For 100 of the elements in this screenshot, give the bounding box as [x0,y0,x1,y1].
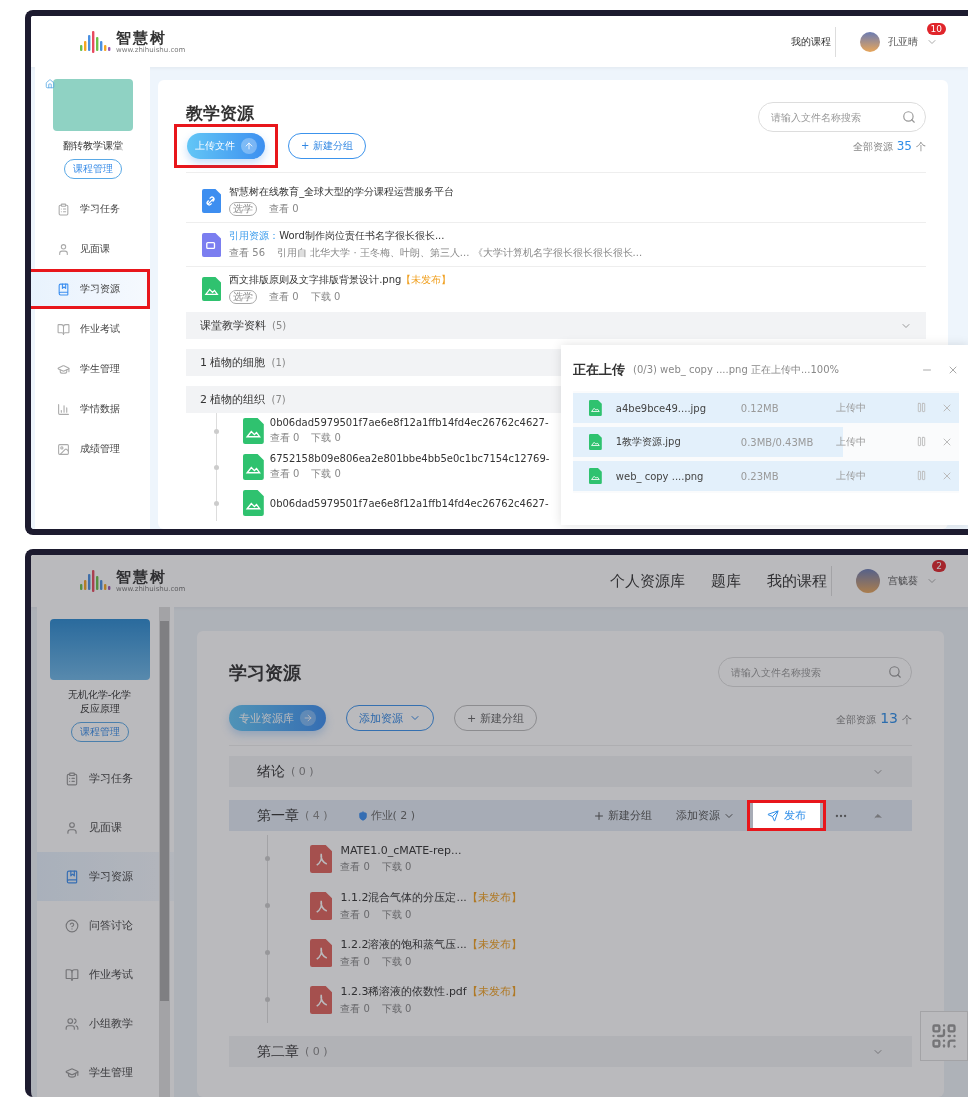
nav-link[interactable]: 个人资源库 [610,571,685,591]
send-icon [767,809,779,822]
pause-icon[interactable] [916,470,927,481]
cancel-icon[interactable] [941,436,953,448]
homework-link[interactable]: 作业( 2 ) [357,808,416,823]
file-name[interactable]: 智慧树在线教育_全球大型的学分课程运营服务平台 [229,185,455,199]
group-row[interactable]: 第一章 ( 4 ) 作业( 2 ) 新建分组 添加资源 发布 [229,800,912,831]
group-action[interactable]: 添加资源 [676,808,735,823]
avatar[interactable] [856,569,880,593]
group-row[interactable]: 绪论 ( 0 ) [229,756,912,787]
course-title: 翻转教学课堂 [61,139,124,153]
image-file-icon [589,400,602,416]
file-meta: 查看 0 [340,1001,370,1016]
page-title: 学习资源 [229,661,301,685]
scrollbar[interactable] [159,607,170,1097]
pause-icon[interactable] [916,436,927,447]
group-row[interactable]: 第二章 ( 0 ) [229,1036,912,1067]
cancel-icon[interactable] [941,402,953,414]
home-icon[interactable] [45,79,55,89]
qr-code-button[interactable] [920,1011,968,1061]
upload-title: 正在上传 [573,361,625,379]
image-file-icon [589,468,602,484]
file-meta: 查看 0 [269,202,299,216]
sidebar-item[interactable]: 学习资源 [37,852,174,901]
search-field[interactable]: 请输入文件名称搜索 [718,657,912,687]
file-meta: 引用自 北华大学 · 王冬梅、叶朗、第三人... 《大学计算机名字很长很长很长很长... [277,246,643,260]
user-name[interactable]: 宫毓葵 [888,574,918,588]
toolbar-button[interactable]: + 新建分组 [288,133,366,159]
file-meta: 下载 0 [381,1001,412,1016]
total-count: 13 [880,709,898,726]
pdf-file-icon [310,844,333,873]
image-file-icon [202,276,222,301]
sidebar-item[interactable]: 学生管理 [37,1048,174,1097]
total-unit: 个 [916,139,926,154]
file-meta: 查看 0 [340,907,370,922]
nav-link[interactable]: 我的课程 [767,571,827,591]
file-name[interactable]: 1.2.2溶液的饱和蒸气压...【未发布】 [340,936,522,952]
sidebar-item[interactable]: 小组教学 [37,999,174,1048]
pause-icon[interactable] [916,402,927,413]
upload-status: 上传中 [835,401,867,415]
pdf-file-icon [310,891,333,920]
logo-text: 智慧树 [116,569,167,585]
close-icon[interactable] [947,364,959,376]
search-icon[interactable] [888,665,902,679]
upload-summary: (0/3) web_ copy ....png 正在上传中...100% [633,363,840,377]
nav-link[interactable]: 题库 [711,571,741,591]
publish-button[interactable]: 发布 [753,803,820,828]
video-file-icon [202,232,222,257]
course-manage-button[interactable]: 课程管理 [63,159,122,179]
sidebar-item[interactable]: 作业考试 [37,950,174,999]
upload-size: 0.3MB/0.43MB [740,436,815,448]
sidebar-item[interactable]: 学习任务 [35,189,150,229]
link-file-icon [202,188,222,213]
group-action[interactable]: 新建分组 [593,808,652,823]
sidebar-item[interactable]: 问答讨论 [37,901,174,950]
search-field[interactable]: 请输入文件名称搜索 [758,102,926,132]
logo-bars-icon [79,570,113,592]
sidebar-item[interactable]: 学习任务 [37,754,174,803]
file-name[interactable]: MATE1.0_cMATE-rep... [340,843,462,857]
total-count: 35 [896,138,912,153]
file-meta: 查看 0 [269,467,300,481]
file-meta: 下载 0 [381,907,412,922]
group-row[interactable]: 课堂教学资料 (5) [186,312,926,339]
notification-badge: 10 [926,22,946,35]
cancel-icon[interactable] [941,470,953,482]
avatar[interactable] [860,31,880,52]
total-unit: 个 [902,712,912,727]
toolbar-button[interactable]: + 新建分组 [454,705,537,731]
user-name[interactable]: 孔亚晴 [888,34,918,49]
image-file-icon [243,454,264,480]
file-meta: 查看 0 [340,859,370,874]
file-name[interactable]: 引用资源：Word制作岗位责任书名字很长很长... [229,229,643,243]
upload-file-name: 1教学资源.jpg [615,435,682,449]
image-file-icon [589,434,602,450]
shield-icon [357,810,368,821]
file-meta: 查看 0 [269,290,299,304]
upload-size: 0.23MB [740,470,780,482]
sidebar-item[interactable]: 见面课 [35,229,150,269]
file-name[interactable]: 1.1.2混合气体的分压定...【未发布】 [340,889,522,905]
sidebar-item[interactable]: 见面课 [37,803,174,852]
upload-status: 上传中 [835,469,867,483]
sidebar-item[interactable]: 成绩管理 [35,429,150,469]
file-name[interactable]: 0b06dad5979501f7ae6e8f12a1ffb14fd4ec26762c4627- [269,497,549,509]
course-title: 无机化学-化学反应原理 [66,688,133,716]
file-name[interactable]: 1.2.3稀溶液的依数性.pdf【未发布】 [340,983,522,999]
sidebar-item[interactable]: 学生管理 [35,349,150,389]
file-name[interactable]: 6752158b09e806ea2e801bbe4bb5e0c1bc7154c12769- [269,453,550,464]
nav-link[interactable]: 我的课程 [791,34,831,49]
upload-status: 上传中 [835,435,867,449]
search-icon[interactable] [902,110,916,124]
file-name[interactable]: 0b06dad5979501f7ae6e8f12a1ffb14fd4ec26762c4627- [269,417,549,428]
sidebar-item[interactable]: 作业考试 [35,309,150,349]
logo-bars-icon [79,30,113,53]
sidebar-item[interactable]: 学情数据 [35,389,150,429]
notification-badge: 2 [932,560,946,572]
image-file-icon [243,418,264,444]
file-meta: 查看 0 [340,954,370,969]
file-name[interactable]: 西文排版原则及文字排版背景设计.png【未发布】 [229,273,452,287]
sidebar-item[interactable]: 学习资源 [31,269,150,309]
file-meta: 下载 0 [311,467,341,481]
